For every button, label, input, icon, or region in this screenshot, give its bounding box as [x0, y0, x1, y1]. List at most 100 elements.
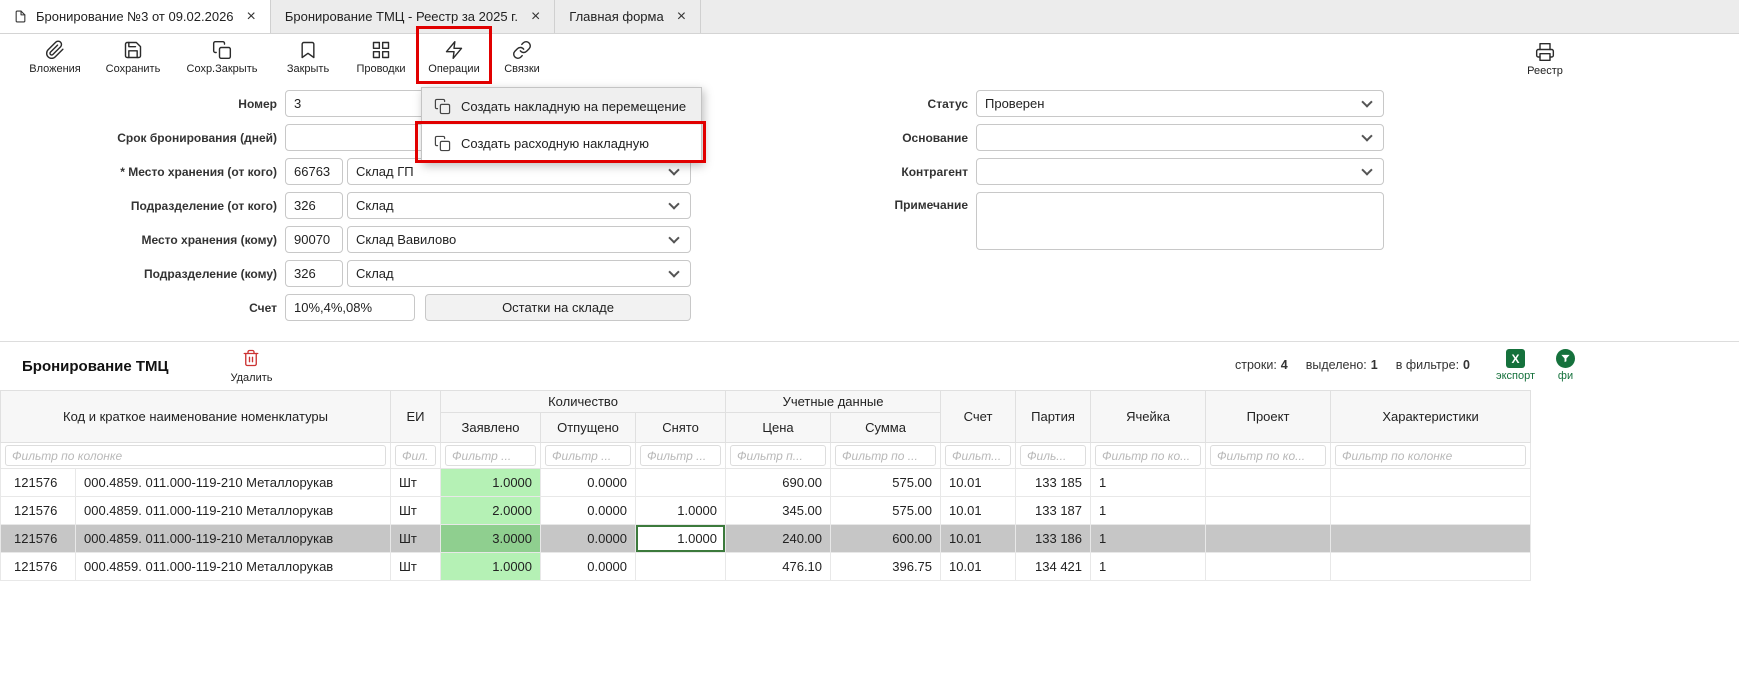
- contractor-combo[interactable]: [976, 158, 1384, 185]
- cell-account[interactable]: 10.01: [941, 497, 1016, 525]
- column-header-price[interactable]: Цена: [726, 413, 831, 443]
- filter-input-batch[interactable]: [1020, 445, 1086, 466]
- filter-input-project[interactable]: [1210, 445, 1326, 466]
- cell-cell[interactable]: 1: [1091, 525, 1206, 553]
- filter-input-removed[interactable]: [640, 445, 721, 466]
- filter-input-account[interactable]: [945, 445, 1011, 466]
- cell-released[interactable]: 0.0000: [541, 553, 636, 581]
- table-row[interactable]: 121576000.4859. 011.000-119-210 Металлор…: [1, 469, 1531, 497]
- filter-input-price[interactable]: [730, 445, 826, 466]
- tab-close-icon[interactable]: ×: [531, 9, 540, 25]
- cell-project[interactable]: [1206, 553, 1331, 581]
- cell-name[interactable]: 000.4859. 011.000-119-210 Металлорукав: [76, 469, 391, 497]
- cell-name[interactable]: 000.4859. 011.000-119-210 Металлорукав: [76, 525, 391, 553]
- department-from-combo[interactable]: Склад: [347, 192, 691, 219]
- filter-input-sum[interactable]: [835, 445, 936, 466]
- menu-item-create-expense-invoice[interactable]: Создать расходную накладную: [422, 125, 701, 162]
- tab-close-icon[interactable]: ×: [247, 9, 256, 25]
- cell-requested[interactable]: 1.0000: [441, 553, 541, 581]
- cell-name[interactable]: 000.4859. 011.000-119-210 Металлорукав: [76, 497, 391, 525]
- delete-row-button[interactable]: Удалить: [230, 349, 272, 384]
- filter-input-released[interactable]: [545, 445, 631, 466]
- links-button[interactable]: Связки: [492, 38, 552, 75]
- column-header-batch[interactable]: Партия: [1016, 391, 1091, 443]
- cell-cell[interactable]: 1: [1091, 469, 1206, 497]
- storage-to-combo[interactable]: Склад Вавилово: [347, 226, 691, 253]
- column-header-characteristics[interactable]: Характеристики: [1331, 391, 1531, 443]
- save-button[interactable]: Сохранить: [95, 38, 171, 75]
- cell-removed[interactable]: [636, 553, 726, 581]
- cell-project[interactable]: [1206, 469, 1331, 497]
- cell-released[interactable]: 0.0000: [541, 497, 636, 525]
- cell-sum[interactable]: 575.00: [831, 469, 941, 497]
- cell-characteristics[interactable]: [1331, 525, 1531, 553]
- cell-characteristics[interactable]: [1331, 497, 1531, 525]
- account-input[interactable]: [285, 294, 415, 321]
- tab-main-form[interactable]: Главная форма ×: [555, 0, 701, 33]
- storage-to-code-input[interactable]: [285, 226, 343, 253]
- filters-button[interactable]: фи: [1556, 349, 1575, 382]
- filter-input-cell[interactable]: [1095, 445, 1201, 466]
- cell-unit[interactable]: Шт: [391, 469, 441, 497]
- cell-account[interactable]: 10.01: [941, 553, 1016, 581]
- cell-removed[interactable]: 1.0000: [636, 497, 726, 525]
- department-to-combo[interactable]: Склад: [347, 260, 691, 287]
- filter-input-characteristics[interactable]: [1335, 445, 1526, 466]
- cell-code[interactable]: 121576: [1, 469, 76, 497]
- operations-button[interactable]: Операции: [419, 38, 489, 75]
- cell-account[interactable]: 10.01: [941, 525, 1016, 553]
- registry-button[interactable]: Реестр: [1515, 40, 1575, 77]
- cell-price[interactable]: 345.00: [726, 497, 831, 525]
- status-combo[interactable]: Проверен: [976, 90, 1384, 117]
- table-row[interactable]: 121576000.4859. 011.000-119-210 Металлор…: [1, 553, 1531, 581]
- cell-unit[interactable]: Шт: [391, 525, 441, 553]
- cell-name[interactable]: 000.4859. 011.000-119-210 Металлорукав: [76, 553, 391, 581]
- filter-input-nomenclature[interactable]: [5, 445, 386, 466]
- cell-released[interactable]: 0.0000: [541, 525, 636, 553]
- stock-balance-button[interactable]: Остатки на складе: [425, 294, 691, 321]
- cell-code[interactable]: 121576: [1, 553, 76, 581]
- cell-batch[interactable]: 133 185: [1016, 469, 1091, 497]
- cell-batch[interactable]: 133 186: [1016, 525, 1091, 553]
- cell-requested[interactable]: 2.0000: [441, 497, 541, 525]
- cell-batch[interactable]: 134 421: [1016, 553, 1091, 581]
- cell-price[interactable]: 240.00: [726, 525, 831, 553]
- basis-combo[interactable]: [976, 124, 1384, 151]
- menu-item-create-transfer-invoice[interactable]: Создать накладную на перемещение: [422, 88, 701, 125]
- note-textarea[interactable]: [976, 192, 1384, 250]
- column-header-account[interactable]: Счет: [941, 391, 1016, 443]
- table-row[interactable]: 121576000.4859. 011.000-119-210 Металлор…: [1, 525, 1531, 553]
- cell-removed[interactable]: [636, 469, 726, 497]
- cell-released[interactable]: 0.0000: [541, 469, 636, 497]
- table-row[interactable]: 121576000.4859. 011.000-119-210 Металлор…: [1, 497, 1531, 525]
- filter-input-unit[interactable]: [395, 445, 436, 466]
- postings-button[interactable]: Проводки: [346, 38, 416, 75]
- cell-price[interactable]: 690.00: [726, 469, 831, 497]
- column-header-requested[interactable]: Заявлено: [441, 413, 541, 443]
- attachments-button[interactable]: Вложения: [18, 38, 92, 75]
- close-button[interactable]: Закрыть: [273, 38, 343, 75]
- column-header-project[interactable]: Проект: [1206, 391, 1331, 443]
- cell-price[interactable]: 476.10: [726, 553, 831, 581]
- storage-from-code-input[interactable]: [285, 158, 343, 185]
- cell-account[interactable]: 10.01: [941, 469, 1016, 497]
- cell-project[interactable]: [1206, 525, 1331, 553]
- cell-sum[interactable]: 600.00: [831, 525, 941, 553]
- save-close-button[interactable]: Сохр.Закрыть: [174, 38, 270, 75]
- cell-unit[interactable]: Шт: [391, 497, 441, 525]
- column-header-nomenclature[interactable]: Код и краткое наименование номенклатуры: [1, 391, 391, 443]
- tab-close-icon[interactable]: ×: [677, 9, 686, 25]
- tab-tmc-registry[interactable]: Бронирование ТМЦ - Реестр за 2025 г. ×: [271, 0, 555, 33]
- column-header-cell[interactable]: Ячейка: [1091, 391, 1206, 443]
- tab-booking-document[interactable]: Бронирование №3 от 09.02.2026 ×: [0, 0, 271, 33]
- cell-requested[interactable]: 1.0000: [441, 469, 541, 497]
- cell-characteristics[interactable]: [1331, 553, 1531, 581]
- excel-export-button[interactable]: X экспорт: [1496, 349, 1535, 382]
- cell-project[interactable]: [1206, 497, 1331, 525]
- department-from-code-input[interactable]: [285, 192, 343, 219]
- cell-sum[interactable]: 575.00: [831, 497, 941, 525]
- column-header-unit[interactable]: ЕИ: [391, 391, 441, 443]
- column-header-sum[interactable]: Сумма: [831, 413, 941, 443]
- cell-batch[interactable]: 133 187: [1016, 497, 1091, 525]
- department-to-code-input[interactable]: [285, 260, 343, 287]
